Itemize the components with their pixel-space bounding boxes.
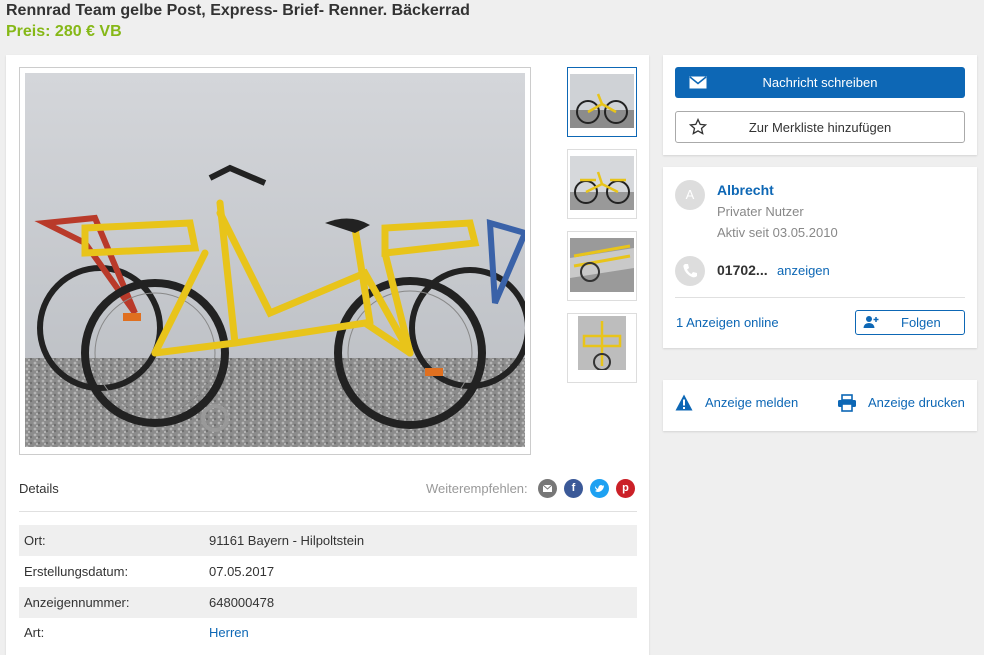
bicycle-photo — [25, 73, 525, 447]
report-ad-label: Anzeige melden — [705, 395, 799, 410]
email-icon[interactable] — [538, 479, 557, 498]
listing-title: Rennrad Team gelbe Post, Express- Brief-… — [6, 2, 470, 19]
seller-type: Privater Nutzer — [717, 204, 804, 219]
detail-value: 07.05.2017 — [209, 564, 275, 579]
phone-number: 01702... — [717, 262, 768, 278]
share-label: Weiterempfehlen: — [426, 481, 528, 496]
detail-row-type: Art: Herren — [19, 617, 637, 648]
phone-icon — [675, 256, 705, 286]
follow-button-label: Folgen — [901, 315, 941, 330]
detail-value: 648000478 — [209, 595, 275, 610]
facebook-icon[interactable]: f — [564, 479, 583, 498]
phone-show-link[interactable]: anzeigen — [777, 263, 830, 278]
thumbnail-2[interactable] — [567, 149, 637, 219]
thumbnail-2-image — [570, 156, 634, 210]
detail-row-ort: Ort: 91161 Bayern - Hilpoltstein — [19, 525, 637, 556]
seller-active-since: Aktiv seit 03.05.2010 — [717, 225, 838, 240]
watchlist-button[interactable]: Zur Merkliste hinzufügen — [675, 111, 965, 143]
thumbnail-4-image — [578, 316, 626, 370]
message-button[interactable]: Nachricht schreiben — [675, 67, 965, 98]
seller-name[interactable]: Albrecht — [717, 182, 774, 198]
details-heading: Details — [19, 481, 59, 496]
twitter-icon[interactable] — [590, 479, 609, 498]
avatar: A — [675, 180, 705, 210]
thumbnail-1[interactable] — [567, 67, 637, 137]
detail-key: Anzeigennummer: — [24, 595, 130, 610]
thumbnail-3-image — [570, 238, 634, 292]
detail-value: 91161 Bayern - Hilpoltstein — [209, 533, 365, 548]
add-user-icon — [863, 316, 879, 328]
pinterest-icon[interactable]: p — [616, 479, 635, 498]
seller-divider — [675, 297, 965, 298]
print-ad-label: Anzeige drucken — [868, 395, 965, 410]
details-divider — [19, 511, 637, 512]
thumbnail-4[interactable] — [567, 313, 637, 383]
detail-key: Art: — [24, 625, 45, 640]
detail-key: Ort: — [24, 533, 46, 548]
thumbnail-3[interactable] — [567, 231, 637, 301]
warning-icon — [675, 394, 693, 411]
main-image[interactable] — [19, 67, 531, 455]
listing-price: Preis: 280 € VB — [6, 23, 122, 40]
detail-row-ad-number: Anzeigennummer: 648000478 — [19, 587, 637, 618]
detail-value-link[interactable]: Herren — [209, 625, 249, 640]
printer-icon — [838, 394, 856, 412]
thumbnail-1-image — [570, 74, 634, 128]
message-button-label: Nachricht schreiben — [762, 75, 878, 90]
online-ads-link[interactable]: 1 Anzeigen online — [676, 315, 779, 330]
detail-row-date: Erstellungsdatum: 07.05.2017 — [19, 556, 637, 587]
detail-key: Erstellungsdatum: — [24, 564, 129, 579]
follow-button[interactable]: Folgen — [855, 310, 965, 335]
watchlist-button-label: Zur Merkliste hinzufügen — [748, 120, 892, 135]
